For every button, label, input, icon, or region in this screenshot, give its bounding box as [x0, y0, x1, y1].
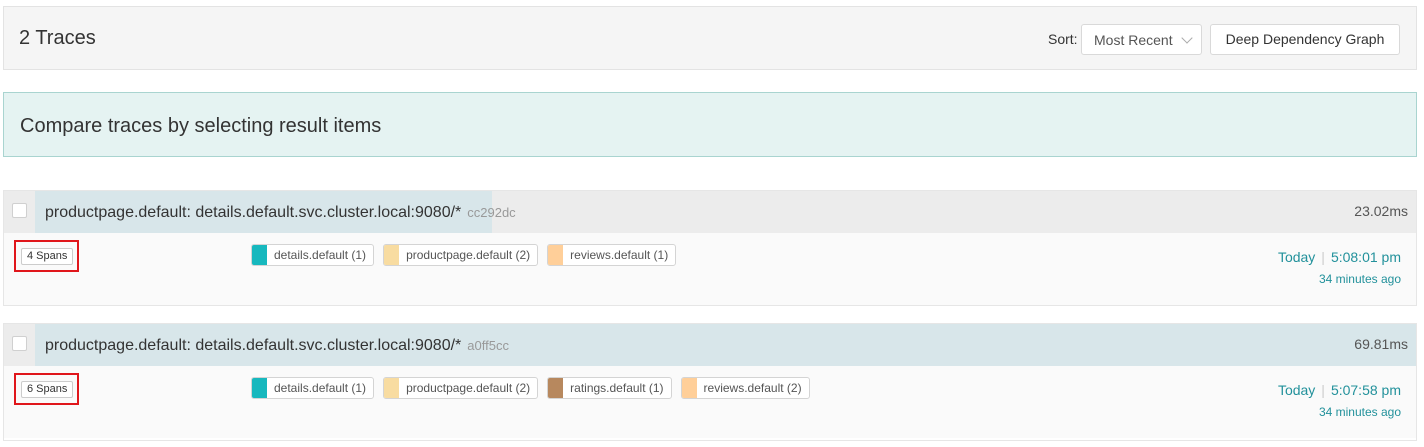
- service-tag-label: ratings.default (1): [570, 381, 664, 395]
- service-tag-label: details.default (1): [274, 248, 367, 262]
- service-tags: details.default (1) productpage.default …: [251, 244, 677, 266]
- trace-duration: 69.81ms: [1354, 336, 1408, 352]
- trace-select-checkbox[interactable]: [12, 203, 27, 218]
- trace-relative-time: 34 minutes ago: [1318, 272, 1401, 286]
- trace-start-time: Today | 5:07:58 pm: [1278, 382, 1401, 398]
- trace-time: 5:08:01 pm: [1330, 249, 1401, 265]
- trace-time: 5:07:58 pm: [1330, 382, 1401, 398]
- service-tag: ratings.default (1): [547, 377, 672, 399]
- trace-select-checkbox[interactable]: [12, 336, 27, 351]
- deep-dependency-graph-button[interactable]: Deep Dependency Graph: [1210, 24, 1400, 55]
- spans-highlight-box: 6 Spans: [14, 373, 79, 405]
- results-header: 2 Traces Sort: Most Recent Deep Dependen…: [3, 6, 1417, 70]
- service-color-swatch: [548, 378, 564, 398]
- compare-banner: Compare traces by selecting result items: [3, 92, 1417, 157]
- service-tag-label: productpage.default (2): [406, 248, 531, 262]
- chevron-down-icon: [1181, 32, 1193, 44]
- spans-highlight-box: 4 Spans: [14, 240, 79, 272]
- span-count-badge: 6 Spans: [21, 381, 74, 398]
- time-separator: |: [1321, 382, 1325, 398]
- trace-name-text: productpage.default: details.default.svc…: [45, 337, 462, 354]
- trace-duration: 23.02ms: [1354, 203, 1408, 219]
- trace-name-text: productpage.default: details.default.svc…: [45, 204, 462, 221]
- service-tag-label: reviews.default (1): [570, 248, 669, 262]
- service-color-swatch: [252, 245, 267, 265]
- span-count-badge: 4 Spans: [21, 248, 74, 265]
- sort-select[interactable]: Most Recent: [1081, 24, 1202, 55]
- trace-body: 4 Spans details.default (1) productpage.…: [4, 233, 1416, 305]
- service-color-swatch: [252, 378, 267, 398]
- compare-banner-text: Compare traces by selecting result items: [20, 115, 382, 137]
- trace-body: 6 Spans details.default (1) productpage.…: [4, 366, 1416, 438]
- trace-name[interactable]: productpage.default: details.default.svc…: [45, 337, 509, 355]
- trace-result-item[interactable]: productpage.default: details.default.svc…: [3, 190, 1417, 306]
- service-color-swatch: [548, 245, 564, 265]
- trace-title-bar[interactable]: productpage.default: details.default.svc…: [4, 191, 1416, 233]
- trace-name[interactable]: productpage.default: details.default.svc…: [45, 204, 516, 222]
- trace-day: Today: [1277, 249, 1316, 265]
- service-color-swatch: [681, 378, 697, 398]
- sort-label: Sort:: [1048, 31, 1078, 47]
- service-tag-label: details.default (1): [274, 381, 367, 395]
- trace-result-item[interactable]: productpage.default: details.default.svc…: [3, 323, 1417, 441]
- service-tag: details.default (1): [251, 377, 375, 399]
- results-count-title: 2 Traces: [19, 27, 96, 49]
- trace-start-time: Today | 5:08:01 pm: [1278, 249, 1401, 265]
- service-tag: reviews.default (2): [680, 377, 810, 399]
- service-tags: details.default (1) productpage.default …: [251, 377, 810, 399]
- service-tag: productpage.default (2): [383, 377, 539, 399]
- trace-id: a0ff5cc: [467, 338, 509, 353]
- trace-relative-time: 34 minutes ago: [1318, 405, 1401, 419]
- time-separator: |: [1321, 249, 1325, 265]
- service-tag: productpage.default (2): [383, 244, 539, 266]
- sort-select-value: Most Recent: [1094, 32, 1173, 48]
- service-tag: details.default (1): [251, 244, 375, 266]
- service-color-swatch: [384, 245, 400, 265]
- service-color-swatch: [384, 378, 400, 398]
- trace-title-bar[interactable]: productpage.default: details.default.svc…: [4, 324, 1416, 366]
- trace-day: Today: [1277, 382, 1316, 398]
- service-tag: reviews.default (1): [547, 244, 677, 266]
- service-tag-label: productpage.default (2): [406, 381, 531, 395]
- trace-id: cc292dc: [467, 205, 516, 220]
- service-tag-label: reviews.default (2): [703, 381, 802, 395]
